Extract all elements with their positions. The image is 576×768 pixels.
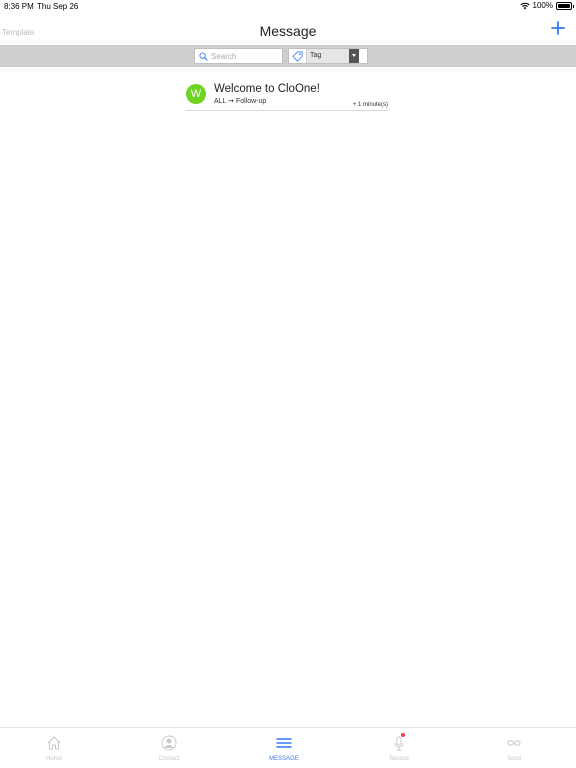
message-title: Welcome to CloOne! [214,83,320,95]
nav-bar: Template Message [0,14,576,45]
search-icon [199,52,208,61]
tab-label: MESSAGE [269,756,299,762]
chevron-down-icon[interactable] [349,49,359,63]
tab-contact[interactable]: Contact [139,728,199,768]
message-route: ALL ➞ Follow-up [214,98,267,105]
battery-icon [556,1,574,10]
tab-label: Contact [158,756,180,762]
tab-home[interactable]: Home [24,728,84,768]
status-right: 100% [519,1,574,10]
tag-icon [292,51,303,62]
tab-label: Record [389,756,409,762]
search-input[interactable] [211,50,279,62]
home-icon [47,736,61,750]
avatar: W [186,84,206,104]
tab-send[interactable]: Send [484,728,544,768]
battery-percent: 100% [532,1,553,10]
tag-filter[interactable]: Tag [288,48,368,64]
filter-bar: Tag [0,45,576,67]
record-indicator-dot [401,733,405,737]
microphone-icon [394,733,405,751]
message-delay: + 1 minute(s) [352,102,388,108]
tag-select-value: Tag [310,52,322,59]
tab-bar: Home Contact MESSAGE Record Send [0,727,576,768]
status-date: Thu Sep 26 [37,2,79,11]
page-title: Message [259,23,317,39]
tab-label: Home [45,756,62,762]
message-list-icon [276,738,292,748]
tab-label: Send [506,756,521,762]
search-box[interactable] [194,48,283,64]
wifi-icon [519,2,530,9]
tag-select[interactable]: Tag [306,49,359,63]
tab-message[interactable]: MESSAGE [254,728,314,768]
status-bar: 8:36 PM Thu Sep 26 100% [0,0,576,14]
status-time: 8:36 PM [4,2,34,11]
contact-icon [161,735,177,751]
add-icon[interactable] [550,20,566,36]
infinity-icon [507,740,521,746]
message-list-item[interactable]: W Welcome to CloOne! ALL ➞ Follow-up + 1… [186,82,388,111]
tab-record[interactable]: Record [369,728,429,768]
